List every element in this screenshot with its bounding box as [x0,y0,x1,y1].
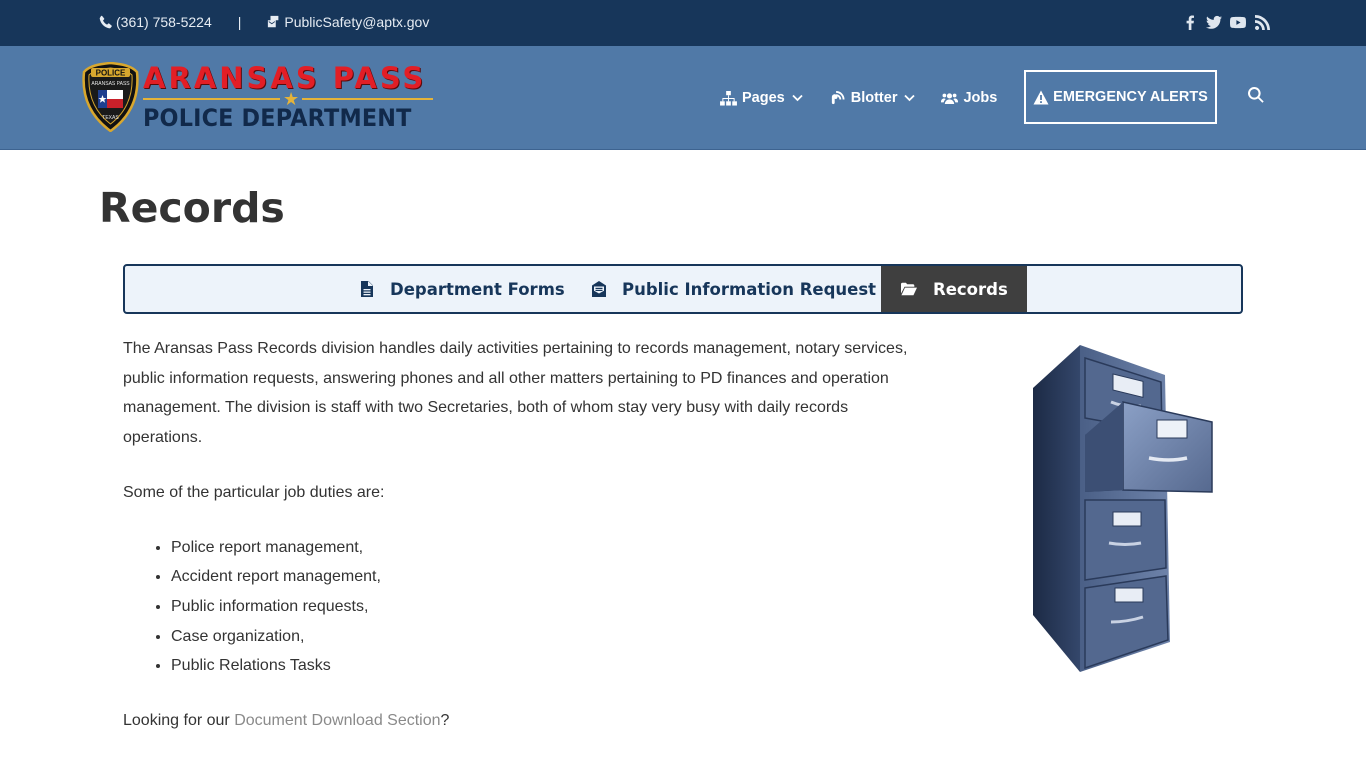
sitemap-icon [720,90,737,106]
page-title: Records [99,184,285,232]
nav-label-blotter: Blotter [850,90,898,106]
search-icon [1248,87,1264,103]
email-link[interactable]: PublicSafety@aptx.gov [267,14,429,30]
facebook-icon [1186,15,1194,30]
filing-cabinet-image [1033,345,1213,672]
logo-subtitle: POLICE DEPARTMENT [143,104,412,132]
contact-separator: | [237,14,242,30]
folder-open-icon [901,282,917,296]
police-badge-logo: POLICE ARANSAS PASS TEXAS [82,62,139,132]
rss-icon [1254,14,1270,30]
contact-info: (361) 758-5224 | PublicSafety@aptx.gov [99,14,429,30]
records-tabs: Department Forms Public Information Requ… [123,264,1243,314]
nav-item-pages[interactable]: Pages [720,90,803,106]
nav-label-jobs: Jobs [963,90,998,106]
list-item: Accident report management, [171,562,923,592]
tab-label: Public Information Request [622,279,877,299]
intro-paragraph: The Aransas Pass Records division handle… [123,340,908,447]
envelope-open-icon [592,281,606,297]
badge-bottom-text: TEXAS [102,115,119,121]
download-prompt-prefix: Looking for our [123,712,235,730]
list-item: Public Relations Tasks [171,651,923,681]
top-bar: (361) 758-5224 | PublicSafety@aptx.gov [0,0,1366,46]
main-nav: Pages Blotter Jobs [720,46,1023,150]
chevron-down-icon [792,94,803,102]
blog-icon [831,90,845,104]
search-button[interactable] [1248,87,1266,105]
tab-public-information-request[interactable]: Public Information Request [591,266,876,312]
phone-link[interactable]: (361) 758-5224 [99,14,212,30]
download-prompt-suffix: ? [440,712,450,730]
twitter-icon [1206,15,1222,29]
nav-item-jobs[interactable]: Jobs [941,90,997,106]
badge-top-text: POLICE [96,69,126,78]
list-item: Public information requests, [171,592,923,622]
download-prompt: Looking for our Document Download Sectio… [123,706,923,736]
twitter-link[interactable] [1206,13,1222,31]
youtube-link[interactable] [1230,13,1246,31]
email-address: PublicSafety@aptx.gov [284,14,430,30]
users-icon [941,92,959,104]
tab-label: Records [933,279,1008,299]
phone-icon [99,15,112,29]
list-item: Police report management, [171,533,923,563]
rss-link[interactable] [1254,13,1270,31]
warning-icon [1033,90,1049,104]
tab-department-forms[interactable]: Department Forms [359,266,565,312]
document-download-link[interactable]: Document Download Section [234,712,440,729]
emergency-alerts-label: EMERGENCY ALERTS [1053,89,1208,105]
emergency-alerts-button[interactable]: EMERGENCY ALERTS [1024,70,1217,124]
site-header: POLICE ARANSAS PASS TEXAS ARANSAS PASS ★… [0,46,1366,150]
nav-label-pages: Pages [742,90,785,106]
mail-bulk-icon [268,15,279,28]
facebook-link[interactable] [1182,13,1198,31]
badge-ring-text: ARANSAS PASS [91,81,130,87]
file-icon [361,281,373,297]
phone-number: (361) 758-5224 [116,14,212,30]
nav-item-blotter[interactable]: Blotter [829,90,916,106]
records-content: The Aransas Pass Records division handle… [123,334,923,761]
youtube-icon [1230,16,1246,28]
duties-list: Police report management, Accident repor… [171,533,923,682]
site-logo[interactable]: POLICE ARANSAS PASS TEXAS ARANSAS PASS ★… [82,60,434,136]
tab-label: Department Forms [390,279,565,299]
chevron-down-icon [904,94,916,102]
list-item: Case organization, [171,622,923,652]
social-links [1182,13,1270,31]
duties-heading: Some of the particular job duties are: [123,483,385,501]
tab-records[interactable]: Records [881,266,1027,312]
